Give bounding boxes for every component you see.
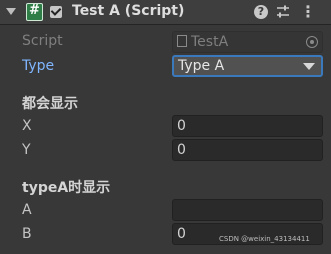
chevron-down-icon[interactable] xyxy=(6,8,16,15)
script-file-icon xyxy=(177,34,187,47)
y-input[interactable]: 0 xyxy=(172,139,323,161)
script-value: TestA xyxy=(191,34,229,50)
script-label: Script xyxy=(22,33,63,49)
component-title: Test A (Script) xyxy=(72,3,185,19)
type-dropdown-value: Type A xyxy=(178,58,225,74)
preset-sliders-icon[interactable] xyxy=(275,4,291,20)
help-icon[interactable]: ? xyxy=(254,5,268,19)
type-dropdown[interactable]: Type A xyxy=(172,55,323,77)
a-input[interactable] xyxy=(172,199,323,221)
section-header-always-shown: 都会显示 xyxy=(22,96,78,112)
context-menu-icon[interactable]: ⋮ xyxy=(300,3,316,21)
x-label: X xyxy=(22,118,32,134)
script-field: TestA xyxy=(172,31,323,53)
a-label: A xyxy=(22,202,32,218)
inspector-component-panel: Test A (Script) ? ⋮ Script TestA Type Ty… xyxy=(0,0,331,254)
x-input[interactable]: 0 xyxy=(172,115,323,137)
enabled-checkbox-icon[interactable] xyxy=(50,6,62,18)
watermark: CSDN @weixin_43134411 xyxy=(219,235,310,243)
component-header[interactable]: Test A (Script) ? ⋮ xyxy=(0,0,331,25)
csharp-script-icon xyxy=(26,3,43,21)
y-label: Y xyxy=(22,142,31,158)
object-picker-icon xyxy=(306,36,318,48)
section-header-type-a: typeA时显示 xyxy=(22,180,111,196)
type-label: Type xyxy=(22,58,55,74)
b-label: B xyxy=(22,226,32,242)
dropdown-arrow-icon xyxy=(303,63,315,70)
